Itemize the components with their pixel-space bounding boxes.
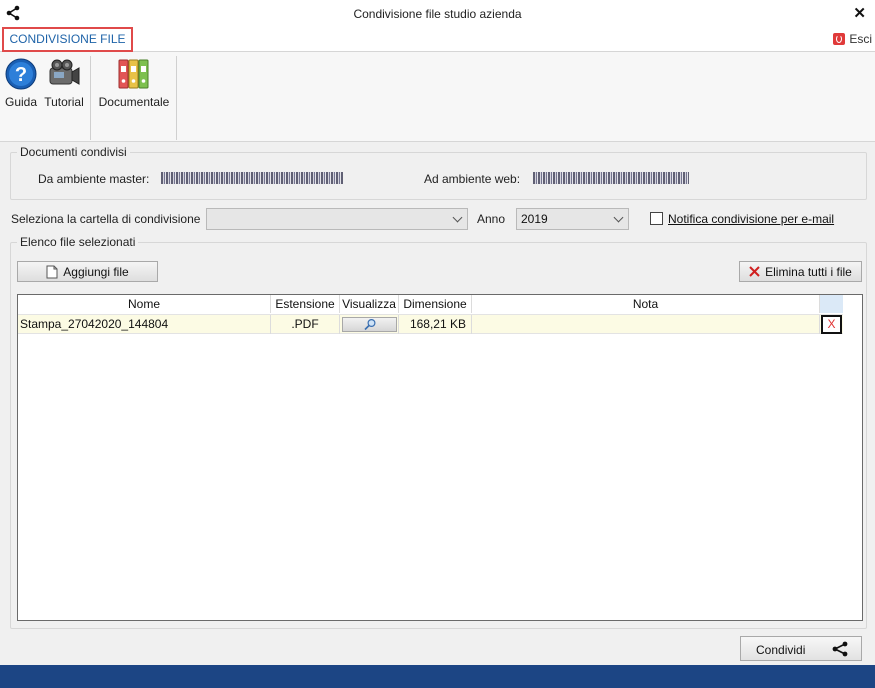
column-header-nome[interactable]: Nome: [18, 295, 271, 313]
guida-button[interactable]: ? Guida: [4, 58, 38, 109]
view-file-button[interactable]: [342, 317, 397, 332]
year-select[interactable]: 2019: [516, 208, 629, 230]
exit-label: Esci: [849, 32, 872, 46]
table-header: Nome Estensione Visualizza Dimensione No…: [18, 295, 862, 313]
master-value-redacted: [161, 172, 343, 184]
column-header-delete: [820, 295, 843, 313]
master-label: Da ambiente master:: [38, 172, 150, 186]
files-group-title: Elenco file selezionati: [17, 235, 139, 249]
tutorial-label: Tutorial: [44, 95, 84, 109]
exit-button[interactable]: Esci: [833, 32, 872, 46]
files-table: Nome Estensione Visualizza Dimensione No…: [17, 294, 863, 621]
share-button[interactable]: Condividi: [740, 636, 862, 661]
cell-visualizza: [340, 315, 399, 334]
window-title: Condivisione file studio azienda: [353, 7, 522, 21]
power-icon: [833, 33, 846, 45]
share-label: Condividi: [756, 643, 806, 657]
share-icon: [832, 641, 848, 657]
cell-nota[interactable]: [472, 315, 820, 334]
footer-bar: [0, 665, 875, 688]
folder-label: Seleziona la cartella di condivisione: [11, 212, 201, 226]
column-header-nota[interactable]: Nota: [472, 295, 820, 313]
delete-row-button[interactable]: X: [821, 315, 842, 334]
cell-nome: Stampa_27042020_144804: [18, 315, 271, 334]
chevron-down-icon: [452, 212, 463, 223]
tab-condivisione-file[interactable]: CONDIVISIONE FILE: [2, 27, 133, 52]
column-header-dimensione[interactable]: Dimensione: [399, 295, 472, 313]
binders-icon: [118, 59, 149, 89]
web-value-redacted: [533, 172, 689, 184]
title-bar: Condivisione file studio azienda ✕: [0, 0, 875, 27]
cell-dimensione: 168,21 KB: [399, 315, 472, 334]
svg-text:?: ?: [15, 64, 27, 86]
camera-icon: [49, 59, 80, 85]
ribbon: ? Guida Tutorial Documentale: [0, 52, 875, 142]
add-file-label: Aggiungi file: [63, 264, 129, 279]
tutorial-button[interactable]: Tutorial: [42, 58, 86, 109]
chevron-down-icon: [613, 212, 624, 223]
cell-estensione: .PDF: [271, 315, 340, 334]
guida-label: Guida: [4, 95, 38, 109]
column-header-visualizza[interactable]: Visualizza: [340, 295, 399, 313]
ribbon-separator: [90, 56, 91, 140]
ribbon-separator: [176, 56, 177, 140]
notify-label[interactable]: Notifica condivisione per e-mail: [668, 212, 834, 226]
year-value: 2019: [521, 212, 548, 226]
documentale-button[interactable]: Documentale: [96, 58, 172, 109]
delete-icon: [749, 266, 760, 277]
magnifier-icon: [364, 318, 376, 331]
documentale-label: Documentale: [98, 95, 170, 109]
notify-checkbox[interactable]: [650, 212, 663, 225]
column-header-estensione[interactable]: Estensione: [271, 295, 340, 313]
ribbon-tabs: CONDIVISIONE FILE Esci: [0, 27, 875, 52]
document-icon: [46, 265, 58, 278]
delete-all-button[interactable]: Elimina tutti i file: [739, 261, 862, 282]
help-icon: ?: [5, 58, 37, 90]
table-row[interactable]: Stampa_27042020_144804 .PDF 168,21 KB: [18, 314, 843, 334]
web-label: Ad ambiente web:: [424, 172, 521, 186]
add-file-button[interactable]: Aggiungi file: [17, 261, 158, 282]
delete-all-label: Elimina tutti i file: [765, 264, 852, 279]
shared-docs-group: Documenti condivisi Da ambiente master: …: [10, 145, 867, 200]
folder-select[interactable]: [206, 208, 468, 230]
close-icon[interactable]: ✕: [853, 4, 866, 22]
shared-docs-title: Documenti condivisi: [17, 145, 130, 159]
year-label: Anno: [477, 212, 506, 226]
